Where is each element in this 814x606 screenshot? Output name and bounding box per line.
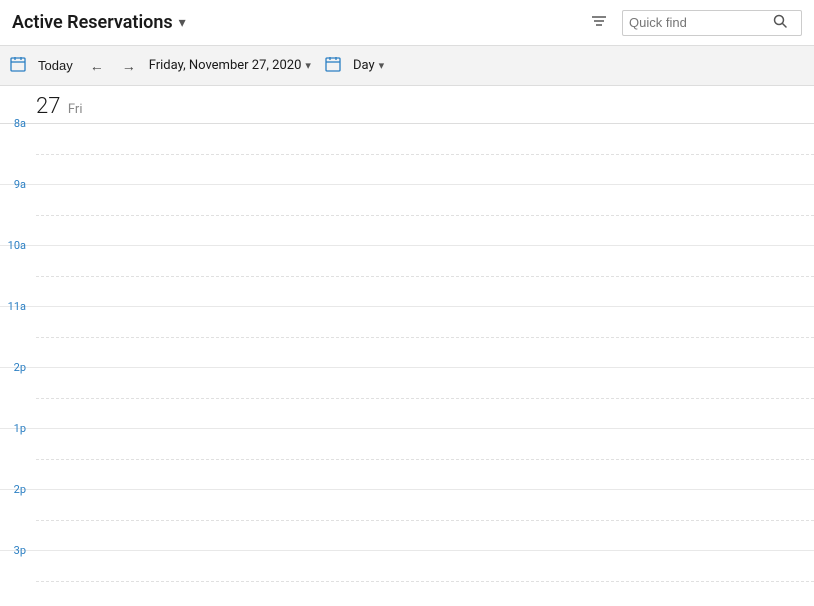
time-slot[interactable] <box>32 551 814 606</box>
time-slot[interactable] <box>32 246 814 306</box>
header-right <box>586 8 802 38</box>
view-label: Day <box>353 58 375 73</box>
time-slot[interactable] <box>32 368 814 428</box>
view-selector[interactable]: Day ▾ <box>353 58 384 73</box>
time-row: 10a <box>0 246 814 307</box>
time-row: 11a <box>0 307 814 368</box>
time-row: 3p <box>0 551 814 606</box>
time-row: 8a <box>0 124 814 185</box>
time-slot[interactable] <box>32 429 814 489</box>
title-chevron-icon[interactable]: ▾ <box>179 15 186 31</box>
filter-icon[interactable] <box>586 8 612 38</box>
calendar-icon <box>10 56 26 76</box>
search-icon <box>773 14 787 32</box>
day-name: Fri <box>68 102 83 117</box>
time-row: 2p <box>0 368 814 429</box>
time-row: 2p <box>0 490 814 551</box>
day-header: 27 Fri <box>0 86 814 124</box>
calendar-toolbar: Today ← → Friday, November 27, 2020 ▾ Da… <box>0 46 814 86</box>
header-left: Active Reservations ▾ <box>12 12 186 33</box>
today-button[interactable]: Today <box>34 56 77 75</box>
day-number: 27 <box>36 94 60 119</box>
app-header: Active Reservations ▾ <box>0 0 814 46</box>
view-calendar-icon <box>325 56 341 76</box>
time-slot[interactable] <box>32 185 814 245</box>
time-row: 9a <box>0 185 814 246</box>
time-label: 2p <box>0 483 32 496</box>
next-button[interactable]: → <box>117 56 141 76</box>
date-chevron-icon: ▾ <box>305 59 311 72</box>
time-slot[interactable] <box>32 490 814 550</box>
view-chevron-icon: ▾ <box>379 59 385 72</box>
time-label: 3p <box>0 544 32 557</box>
calendar-area: 27 Fri 8a9a10a11a2p1p2p3p <box>0 86 814 606</box>
search-input[interactable] <box>629 15 769 30</box>
search-box[interactable] <box>622 10 802 36</box>
date-display[interactable]: Friday, November 27, 2020 ▾ <box>149 58 311 73</box>
time-label: 11a <box>0 300 32 313</box>
time-grid: 8a9a10a11a2p1p2p3p <box>0 124 814 606</box>
page-title: Active Reservations <box>12 12 173 33</box>
time-label: 1p <box>0 422 32 435</box>
time-row: 1p <box>0 429 814 490</box>
time-label: 8a <box>0 117 32 130</box>
date-text: Friday, November 27, 2020 <box>149 58 302 73</box>
time-label: 2p <box>0 361 32 374</box>
time-label: 10a <box>0 239 32 252</box>
time-slot[interactable] <box>32 124 814 184</box>
time-slot[interactable] <box>32 307 814 367</box>
prev-button[interactable]: ← <box>85 56 109 76</box>
time-label: 9a <box>0 178 32 191</box>
